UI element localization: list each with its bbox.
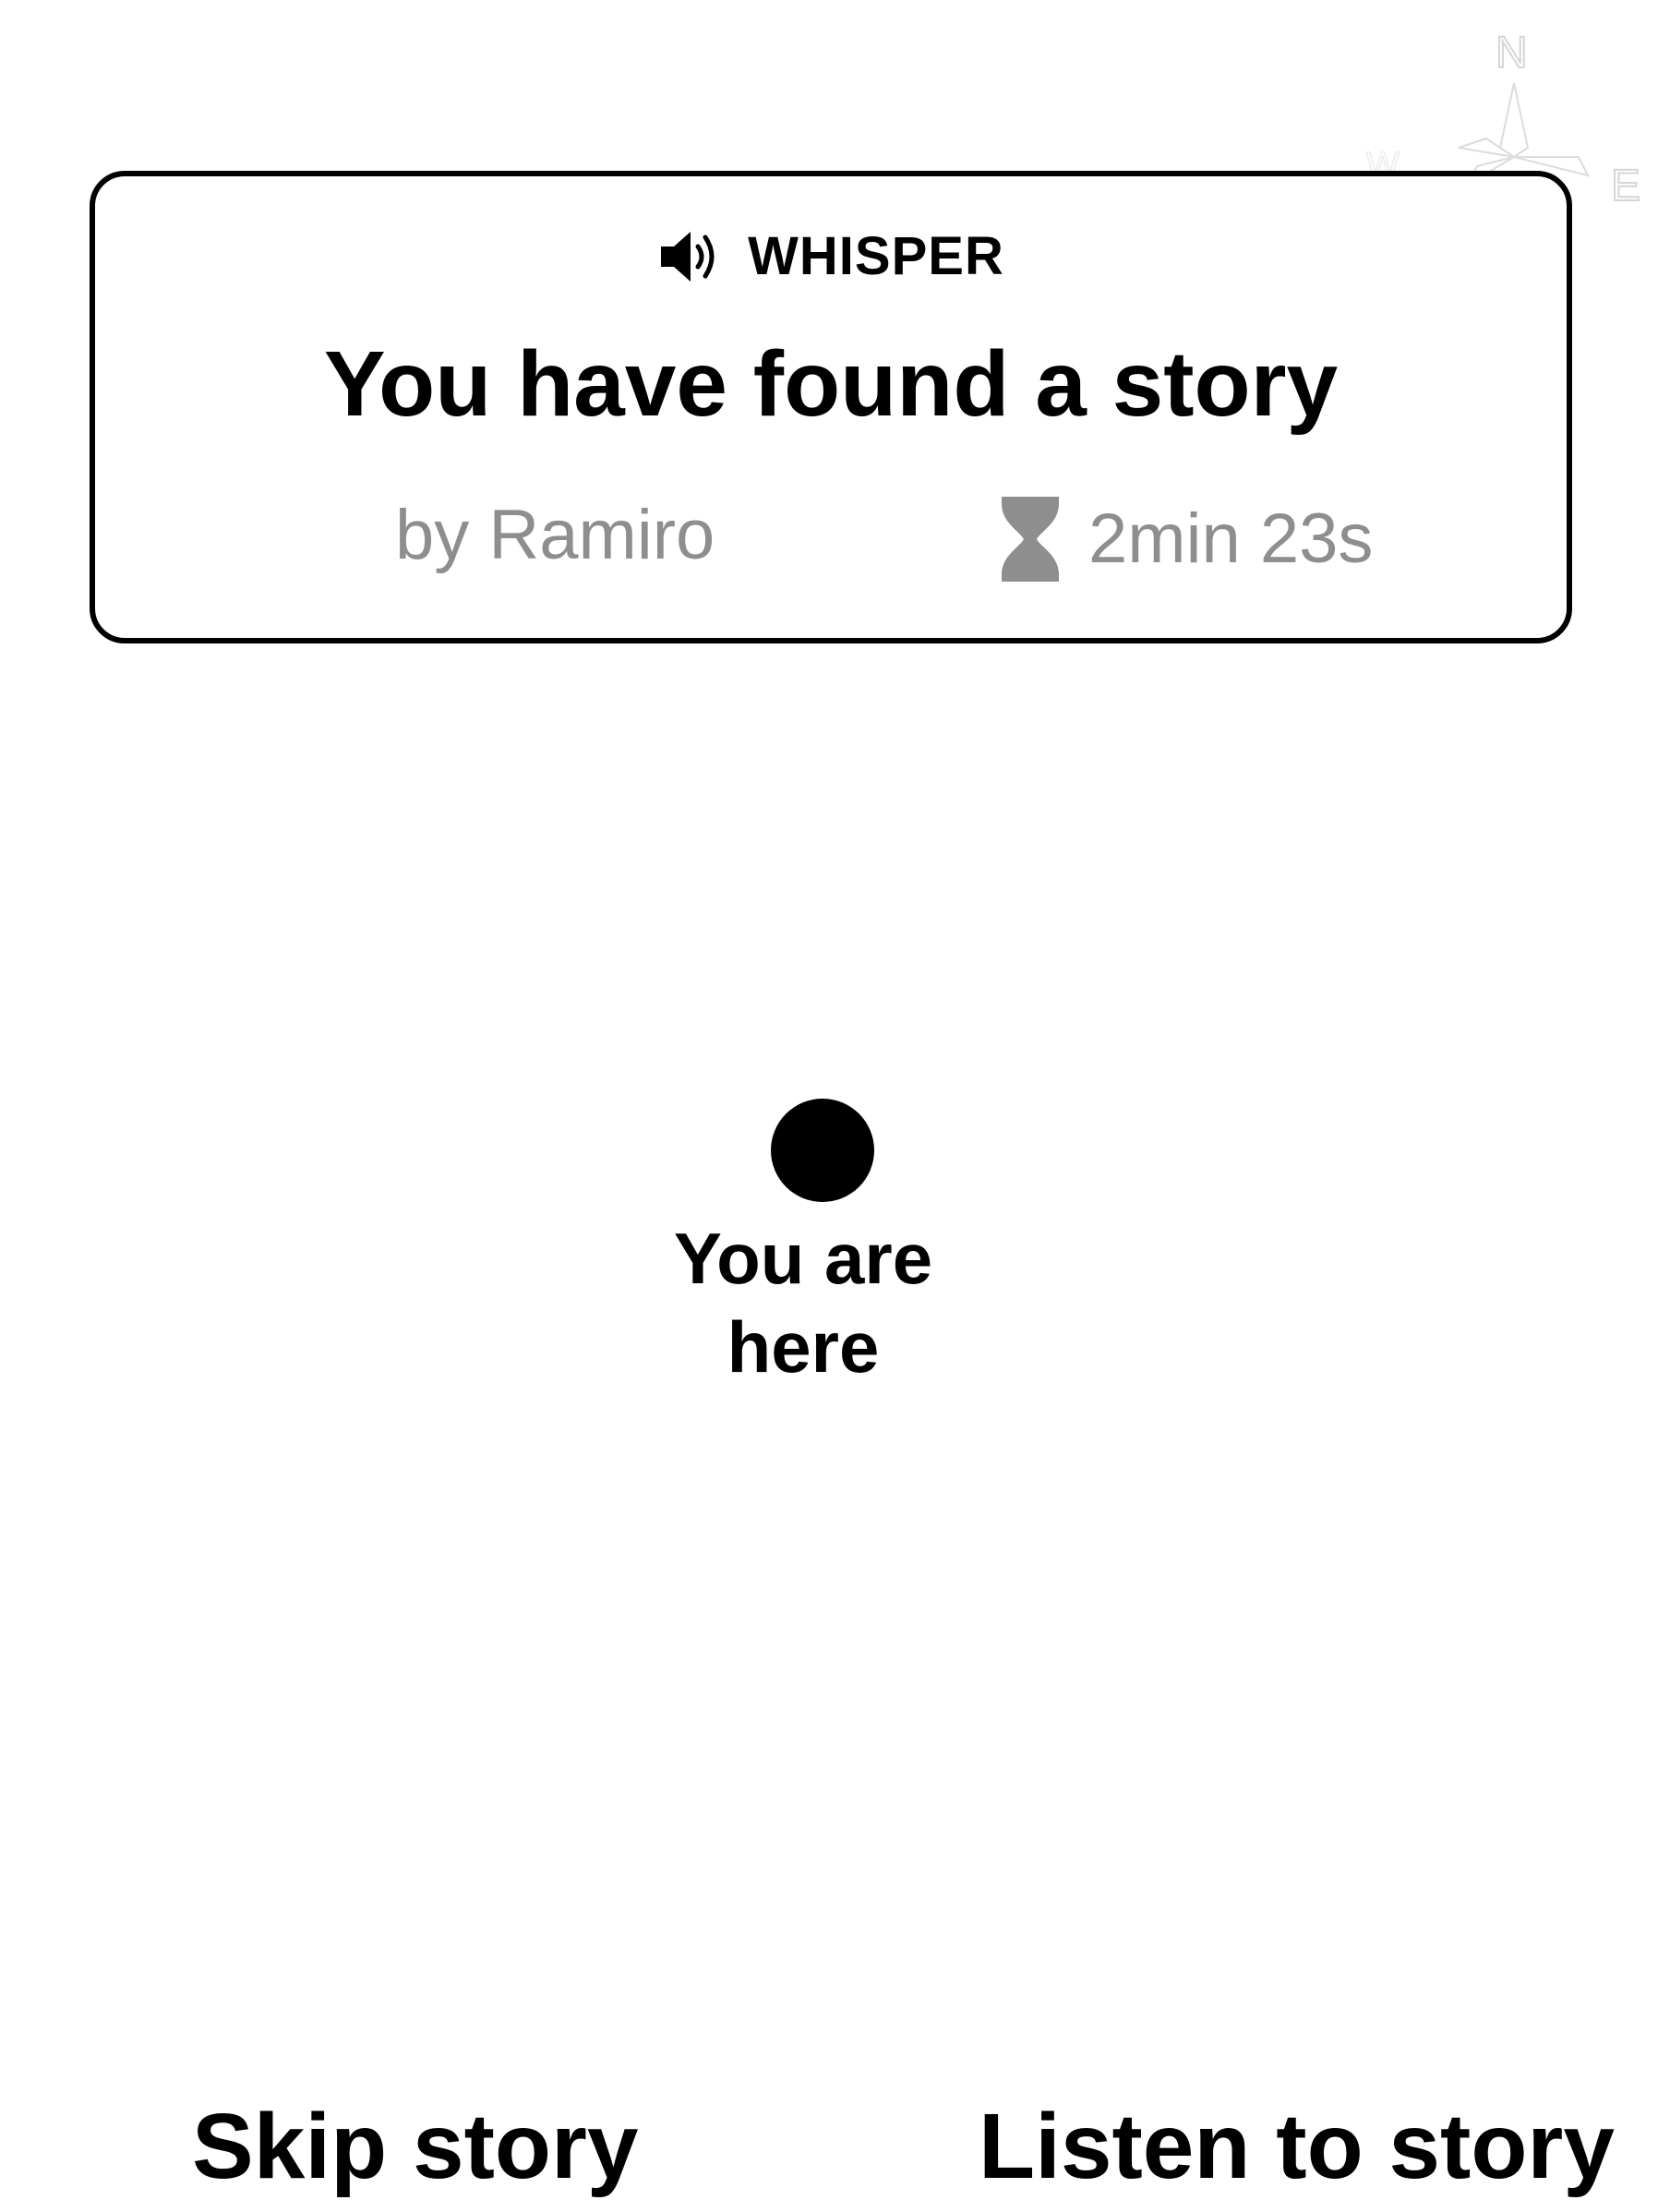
current-location-label: You are here bbox=[673, 1218, 933, 1388]
current-location-marker bbox=[771, 1099, 874, 1202]
story-author: by Ramiro bbox=[395, 496, 715, 574]
speaker-icon bbox=[661, 232, 715, 282]
compass-east-label: E bbox=[1610, 162, 1641, 210]
hourglass-icon bbox=[1002, 497, 1059, 582]
story-meta: by Ramiro 2min 23s bbox=[95, 495, 1567, 582]
story-type: WHISPER bbox=[95, 224, 1567, 289]
compass-north-label: N bbox=[1495, 29, 1529, 78]
story-duration-label: 2min 23s bbox=[1088, 499, 1374, 579]
story-type-label: WHISPER bbox=[748, 226, 1004, 286]
listen-to-story-button[interactable]: Listen to story bbox=[979, 2096, 1615, 2197]
story-title: You have found a story bbox=[323, 332, 1339, 436]
skip-story-button[interactable]: Skip story bbox=[192, 2096, 639, 2197]
story-card: WHISPER You have found a story by Ramiro… bbox=[90, 171, 1572, 643]
story-duration: 2min 23s bbox=[1000, 495, 1373, 583]
